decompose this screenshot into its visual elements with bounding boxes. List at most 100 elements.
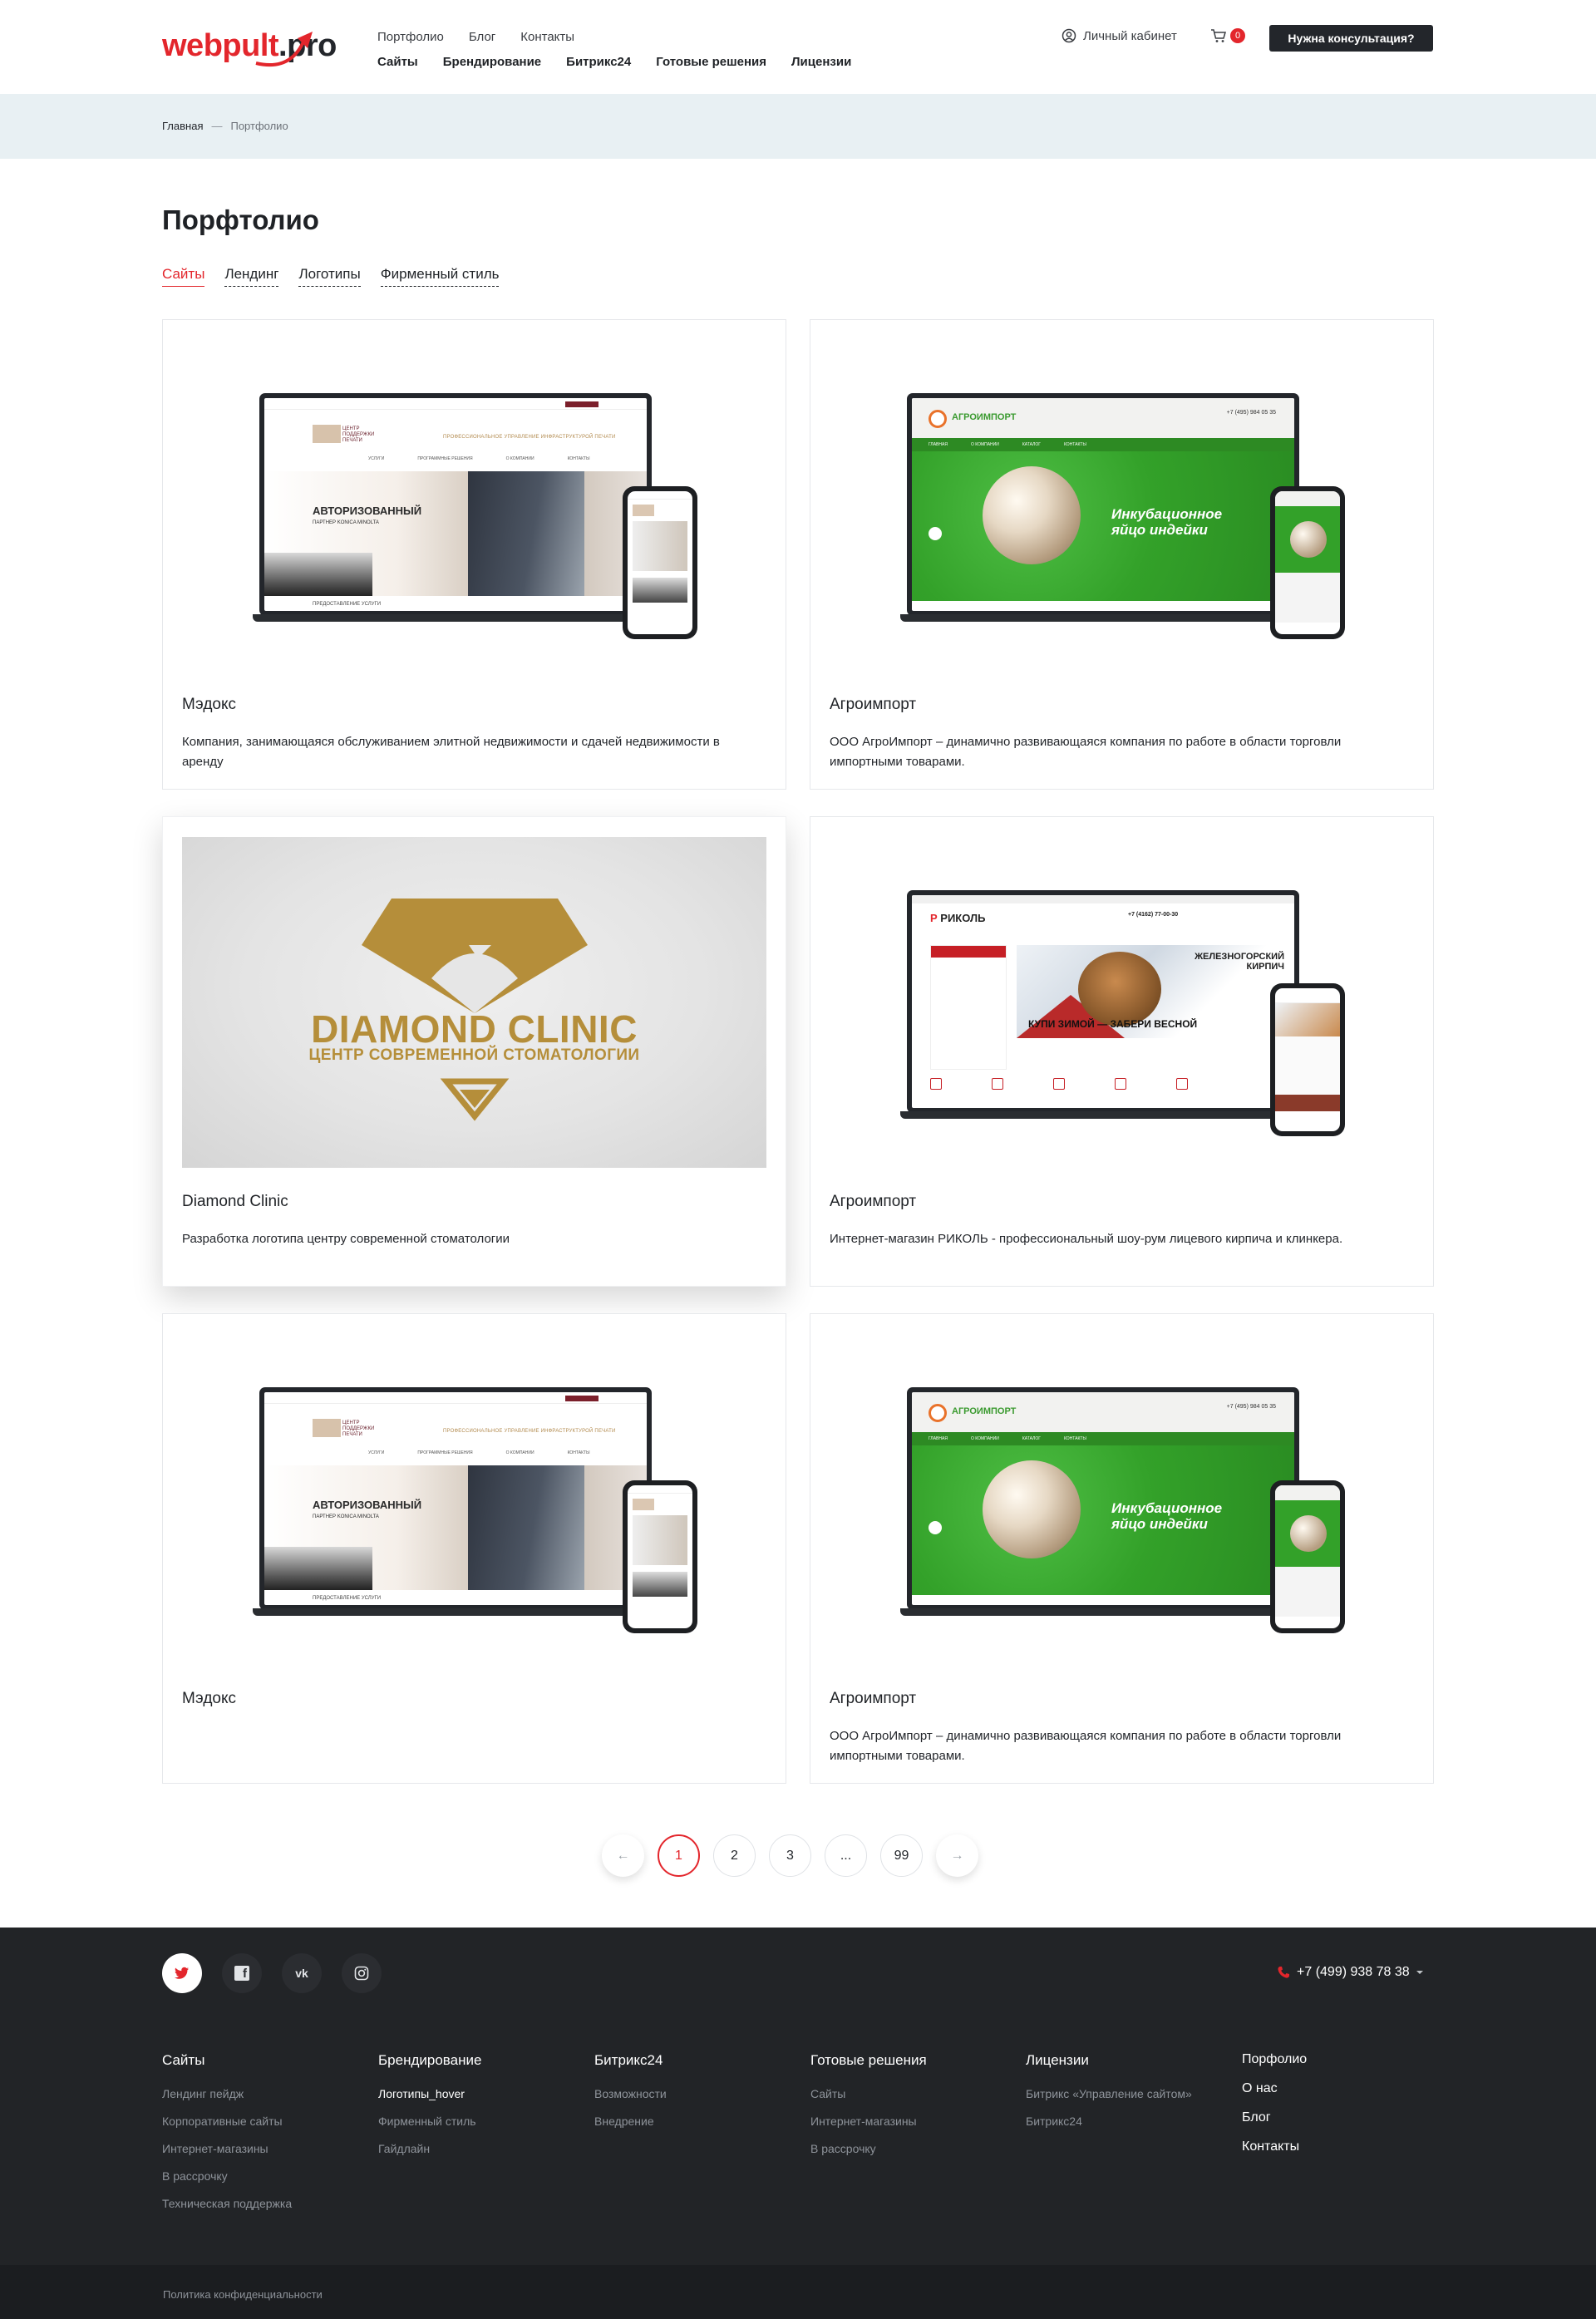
card-description: ООО АгроИмпорт – динамично развивающаяся… [830,1729,1342,1763]
footer-column-title[interactable]: Битрикс24 [594,2052,667,2069]
footer-link[interactable]: Интернет-магазины [162,2142,292,2155]
footer-link-blog[interactable]: Блог [1242,2110,1307,2125]
footer-link-contacts[interactable]: Контакты [1242,2139,1307,2154]
cart-count-badge: 0 [1230,28,1245,43]
footer-link[interactable]: Лендинг пейдж [162,2087,292,2100]
twitter-icon [175,1967,189,1979]
footer-link[interactable]: Возможности [594,2087,667,2100]
nav-ready-solutions[interactable]: Готовые решения [656,55,766,69]
card-description: Интернет-магазин РИКОЛЬ - профессиональн… [830,1232,1343,1246]
portfolio-card[interactable]: ЦЕНТР ПОДДЕРЖКИ ПЕЧАТИ ПРОФЕССИОНАЛЬНОЕ … [162,1313,786,1784]
instagram-button[interactable] [342,1953,382,1993]
twitter-button[interactable] [162,1953,202,1993]
consultation-button[interactable]: Нужна консультация? [1269,25,1433,52]
portfolio-card[interactable]: DIAMOND CLINIC ЦЕНТР СОВРЕМЕННОЙ СТОМАТО… [162,816,786,1287]
portfolio-card[interactable]: ЦЕНТР ПОДДЕРЖКИ ПЕЧАТИ ПРОФЕССИОНАЛЬНОЕ … [162,319,786,790]
laptop-mockup: АГРОИМПОРТ +7 (495) 984 05 35 ГЛАВНАЯ О К… [907,1387,1299,1610]
vk-icon: vk [295,1967,308,1980]
footer-link[interactable]: Сайты [810,2087,927,2100]
mockup-nav: ГЛАВНАЯ О КОМПАНИИ КАТАЛОГ КОНТАКТЫ [912,1432,1294,1445]
portfolio-card[interactable]: Р РИКОЛЬ +7 (4162) 77-00-30 ЖЕЛЕЗНОГОРСК… [810,816,1434,1287]
diamond-logo-name: DIAMOND CLINIC [311,1007,638,1051]
filter-corporate-style[interactable]: Фирменный стиль [380,266,500,287]
footer-link[interactable]: Логотипы_hover [378,2087,481,2100]
footer-link[interactable]: Фирменный стиль [378,2115,481,2128]
pagination-next-button[interactable]: → [936,1834,978,1877]
laptop-mockup: ЦЕНТР ПОДДЕРЖКИ ПЕЧАТИ ПРОФЕССИОНАЛЬНОЕ … [259,1387,652,1610]
nav-portfolio[interactable]: Портфолио [377,30,444,44]
mockup-nav-item: ПРОГРАММНЫЕ РЕШЕНИЯ [417,456,473,461]
mockup-logo-name: РИКОЛЬ [940,912,986,924]
mockup-nav-item: ПРОГРАММНЫЕ РЕШЕНИЯ [417,1450,473,1455]
portfolio-card[interactable]: АГРОИМПОРТ +7 (495) 984 05 35 ГЛАВНАЯ О К… [810,319,1434,790]
card-title[interactable]: Агроимпорт [830,1193,916,1211]
main-nav: Сайты Брендирование Битрикс24 Готовые ре… [377,55,851,69]
phone-icon [1278,1967,1289,1978]
nav-bitrix24[interactable]: Битрикс24 [566,55,631,69]
cart-icon [1211,29,1226,42]
filter-logos[interactable]: Логотипы [298,266,361,287]
card-title[interactable]: Diamond Clinic [182,1193,288,1211]
phone-mockup [1270,486,1345,639]
footer-link-about[interactable]: О нас [1242,2081,1307,2096]
footer-column-sites: Сайты Лендинг пейдж Корпоративные сайты … [162,2052,292,2224]
card-title[interactable]: Мэдокс [182,1690,236,1708]
footer-link[interactable]: Гайдлайн [378,2142,481,2155]
pagination-prev-button[interactable]: ← [602,1834,644,1877]
footer-column-branding: Брендирование Логотипы_hover Фирменный с… [378,2052,481,2169]
mockup-nav-item: КАТАЛОГ [1022,1436,1041,1441]
footer-column-title[interactable]: Готовые решения [810,2052,927,2069]
privacy-policy-link[interactable]: Политика конфиденциальности [163,2288,323,2301]
footer-column-title[interactable]: Брендирование [378,2052,481,2069]
footer-link[interactable]: Битрикс «Управление сайтом» [1026,2087,1192,2100]
pagination-page[interactable]: 3 [769,1834,811,1877]
footer-link[interactable]: В рассрочку [810,2142,927,2155]
cabinet-link[interactable]: Личный кабинет [1062,28,1177,43]
nav-licenses[interactable]: Лицензии [791,55,851,69]
card-title[interactable]: Агроимпорт [830,1690,916,1708]
mockup-hero-text: АВТОРИЗОВАННЫЙ ПАРТНЕР KONICA MINOLTA [313,1499,421,1524]
diamond-clinic-logo-image: DIAMOND CLINIC ЦЕНТР СОВРЕМЕННОЙ СТОМАТО… [182,837,766,1168]
mockup-buy-text: КУПИ ЗИМОЙ — ЗАБЕРИ ВЕСНОЙ [1028,1018,1198,1030]
footer-link[interactable]: Битрикс24 [1026,2115,1192,2128]
footer-link[interactable]: В рассрочку [162,2169,292,2183]
vk-button[interactable]: vk [282,1953,322,1993]
cabinet-label: Личный кабинет [1083,28,1177,43]
nav-contacts[interactable]: Контакты [520,30,574,44]
mockup-nav-item: ГЛАВНАЯ [929,442,948,447]
footer-link[interactable]: Интернет-магазины [810,2115,927,2128]
nav-sites[interactable]: Сайты [377,55,418,69]
pagination-page[interactable]: 2 [713,1834,756,1877]
breadcrumb-bar: Главная — Портфолио [0,94,1596,159]
cart-button[interactable]: 0 [1210,28,1245,43]
footer-link[interactable]: Внедрение [594,2115,667,2128]
site-footer: f vk +7 (499) 938 78 38 Сайты Лендинг пе… [0,1928,1596,2265]
pagination-page[interactable]: 99 [880,1834,923,1877]
card-title[interactable]: Агроимпорт [830,696,916,714]
pagination-ellipsis[interactable]: ... [825,1834,867,1877]
footer-phone[interactable]: +7 (499) 938 78 38 [1277,1965,1423,1980]
mockup-hero-partner: ПАРТНЕР KONICA MINOLTA [313,520,379,525]
footer-link[interactable]: Корпоративные сайты [162,2115,292,2128]
footer-link-portfolio[interactable]: Порфолио [1242,2052,1307,2067]
top-nav: Портфолио Блог Контакты [377,30,574,44]
phone-mockup [623,486,697,639]
pagination-page[interactable]: 1 [658,1834,700,1877]
filter-landing[interactable]: Лендинг [224,266,279,287]
facebook-button[interactable]: f [222,1953,262,1993]
breadcrumb-home[interactable]: Главная [162,120,203,132]
mockup-nav-item: УСЛУГИ [368,1450,385,1455]
footer-column-title[interactable]: Лицензии [1026,2052,1192,2069]
nav-blog[interactable]: Блог [469,30,495,44]
card-preview-image: DIAMOND CLINIC ЦЕНТР СОВРЕМЕННОЙ СТОМАТО… [182,837,766,1168]
nav-branding[interactable]: Брендирование [443,55,541,69]
filter-sites[interactable]: Сайты [162,266,205,287]
laptop-mockup: АГРОИМПОРТ +7 (495) 984 05 35 ГЛАВНАЯ О К… [907,393,1299,616]
footer-link[interactable]: Техническая поддержка [162,2197,292,2210]
portfolio-card[interactable]: АГРОИМПОРТ +7 (495) 984 05 35 ГЛАВНАЯ О К… [810,1313,1434,1784]
card-title[interactable]: Мэдокс [182,696,236,714]
footer-column-bitrix24: Битрикс24 Возможности Внедрение [594,2052,667,2142]
footer-column-ready-solutions: Готовые решения Сайты Интернет-магазины … [810,2052,927,2169]
footer-column-title[interactable]: Сайты [162,2052,292,2069]
mockup-nav-item: КОНТАКТЫ [1063,442,1086,447]
